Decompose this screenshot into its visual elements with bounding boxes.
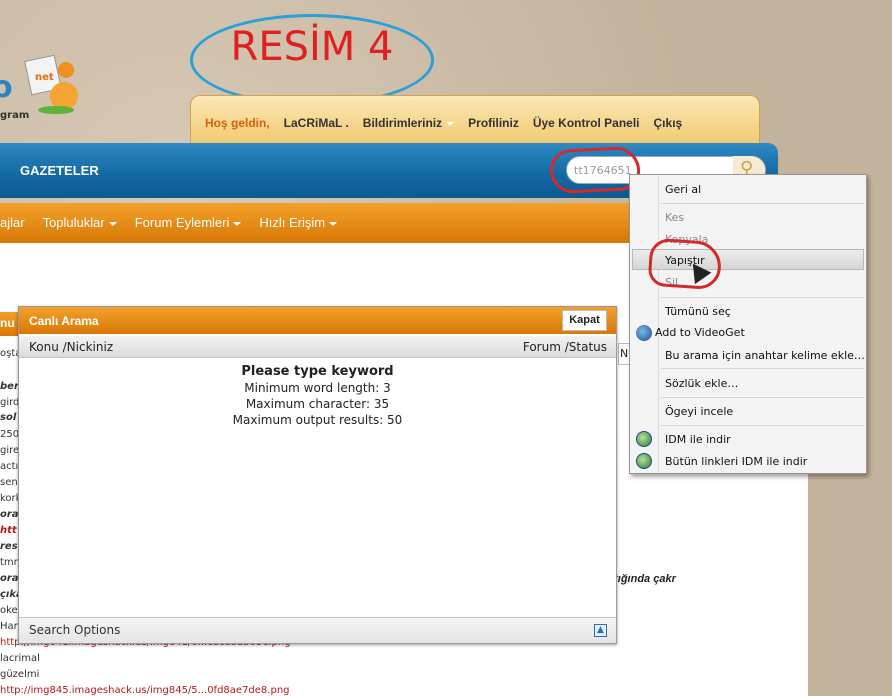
post-link[interactable]: http://img845.imageshack.us/img845/5...0… bbox=[0, 685, 290, 696]
username-link[interactable]: LaCRiMaL . bbox=[284, 116, 349, 130]
nav-item-quick-access-label: Hızlı Erişim bbox=[259, 215, 326, 230]
menu-item-add-dictionary[interactable]: Sözlük ekle… bbox=[665, 377, 738, 390]
chevron-down-icon bbox=[446, 121, 455, 126]
menu-separator bbox=[661, 368, 864, 369]
idm-icon bbox=[636, 453, 652, 469]
message-line: Minimum word length: 3 bbox=[244, 381, 391, 395]
menu-separator bbox=[661, 203, 864, 204]
menu-item-inspect[interactable]: Ögeyi incele bbox=[665, 405, 733, 418]
live-search-title: Canlı Arama bbox=[29, 314, 99, 328]
close-button[interactable]: Kapat bbox=[562, 310, 607, 331]
nav-item-forum-actions[interactable]: Forum Eylemleri bbox=[135, 215, 242, 230]
post-line: res bbox=[0, 541, 18, 552]
menu-item-videoget[interactable]: Add to VideoGet bbox=[655, 326, 745, 339]
expand-icon[interactable]: ▲ bbox=[594, 624, 607, 637]
menu-item-cut[interactable]: Kes bbox=[665, 211, 684, 224]
nav-item-forum-actions-label: Forum Eylemleri bbox=[134, 215, 230, 230]
menu-item-select-all[interactable]: Tümünü seç bbox=[665, 305, 731, 318]
message-line: Maximum output results: 50 bbox=[232, 413, 403, 427]
menu-item-add-keyword[interactable]: Bu arama için anahtar kelime ekle… bbox=[665, 349, 865, 362]
post-line: 250 bbox=[0, 429, 20, 440]
results-column-header: Konu /Nickiniz Forum /Status bbox=[19, 336, 616, 358]
main-nav-items: ajlar Topluluklar Forum Eylemleri Hızlı … bbox=[0, 215, 338, 230]
chevron-down-icon bbox=[108, 221, 117, 226]
message-title: Please type keyword bbox=[241, 364, 394, 379]
post-line: Han bbox=[0, 621, 20, 632]
search-options-bar[interactable]: Search Options ▲ bbox=[19, 617, 616, 643]
logo-mascot-icon: net bbox=[24, 54, 78, 114]
post-line: oke bbox=[0, 605, 18, 616]
post-line: gire bbox=[0, 445, 20, 456]
menu-separator bbox=[661, 425, 864, 426]
chevron-down-icon bbox=[329, 221, 338, 226]
logo-tag: net bbox=[35, 72, 54, 83]
live-search-header: Canlı Arama Kapat bbox=[19, 307, 616, 334]
user-bar: Hoş geldin, LaCRiMaL . Bildirimleriniz P… bbox=[190, 95, 760, 150]
column-topic: Konu /Nickiniz bbox=[29, 340, 114, 354]
notifications-menu[interactable]: Bildirimleriniz bbox=[362, 116, 455, 130]
annotation-label: RESİM 4 bbox=[230, 24, 394, 70]
live-search-panel: Canlı Arama Kapat Konu /Nickiniz Forum /… bbox=[18, 306, 617, 644]
menu-separator bbox=[661, 297, 864, 298]
menu-item-idm-download[interactable]: IDM ile indir bbox=[665, 433, 731, 446]
menu-separator bbox=[661, 397, 864, 398]
menu-item-undo[interactable]: Geri al bbox=[665, 183, 701, 196]
message-line: Maximum character: 35 bbox=[245, 397, 390, 411]
nav-item-partial[interactable]: ajlar bbox=[0, 215, 25, 230]
context-menu: Geri al Kes Kopyala Yapıştır Sil Tümünü … bbox=[629, 174, 867, 474]
menu-item-idm-all-links[interactable]: Bütün linkleri IDM ile indir bbox=[665, 455, 807, 468]
post-line: actı bbox=[0, 461, 19, 472]
post-line: ora bbox=[0, 573, 19, 584]
post-line: sen bbox=[0, 477, 18, 488]
post-line: ora bbox=[0, 509, 19, 520]
search-message: Please type keyword Minimum word length:… bbox=[19, 364, 616, 428]
notifications-label: Bildirimleriniz bbox=[362, 116, 443, 130]
idm-icon bbox=[636, 431, 652, 447]
post-line: lacrimal bbox=[0, 653, 40, 664]
post-line: ber bbox=[0, 381, 19, 392]
greeting: Hoş geldin, bbox=[205, 116, 270, 130]
post-line: sol bbox=[0, 412, 17, 423]
section-title[interactable]: GAZETELER bbox=[20, 163, 99, 178]
logo-letter: o bbox=[0, 70, 13, 105]
nav-item-quick-access[interactable]: Hızlı Erişim bbox=[259, 215, 338, 230]
videoget-icon bbox=[636, 325, 652, 341]
post-text-fragment: stığında çakr bbox=[608, 573, 676, 585]
post-link[interactable]: htt bbox=[0, 525, 17, 536]
column-forum: Forum /Status bbox=[522, 340, 607, 354]
search-options-label: Search Options bbox=[29, 623, 121, 637]
nav-item-communities[interactable]: Topluluklar bbox=[43, 215, 117, 230]
control-panel-link[interactable]: Üye Kontrol Paneli bbox=[533, 116, 640, 130]
menu-gutter bbox=[658, 177, 659, 471]
annotation-circle-search bbox=[548, 145, 642, 195]
logout-link[interactable]: Çıkış bbox=[654, 116, 683, 130]
post-line: güzelmi bbox=[0, 669, 40, 680]
chevron-down-icon bbox=[233, 221, 242, 226]
nav-item-communities-label: Topluluklar bbox=[42, 215, 105, 230]
profile-link[interactable]: Profiliniz bbox=[468, 116, 519, 130]
